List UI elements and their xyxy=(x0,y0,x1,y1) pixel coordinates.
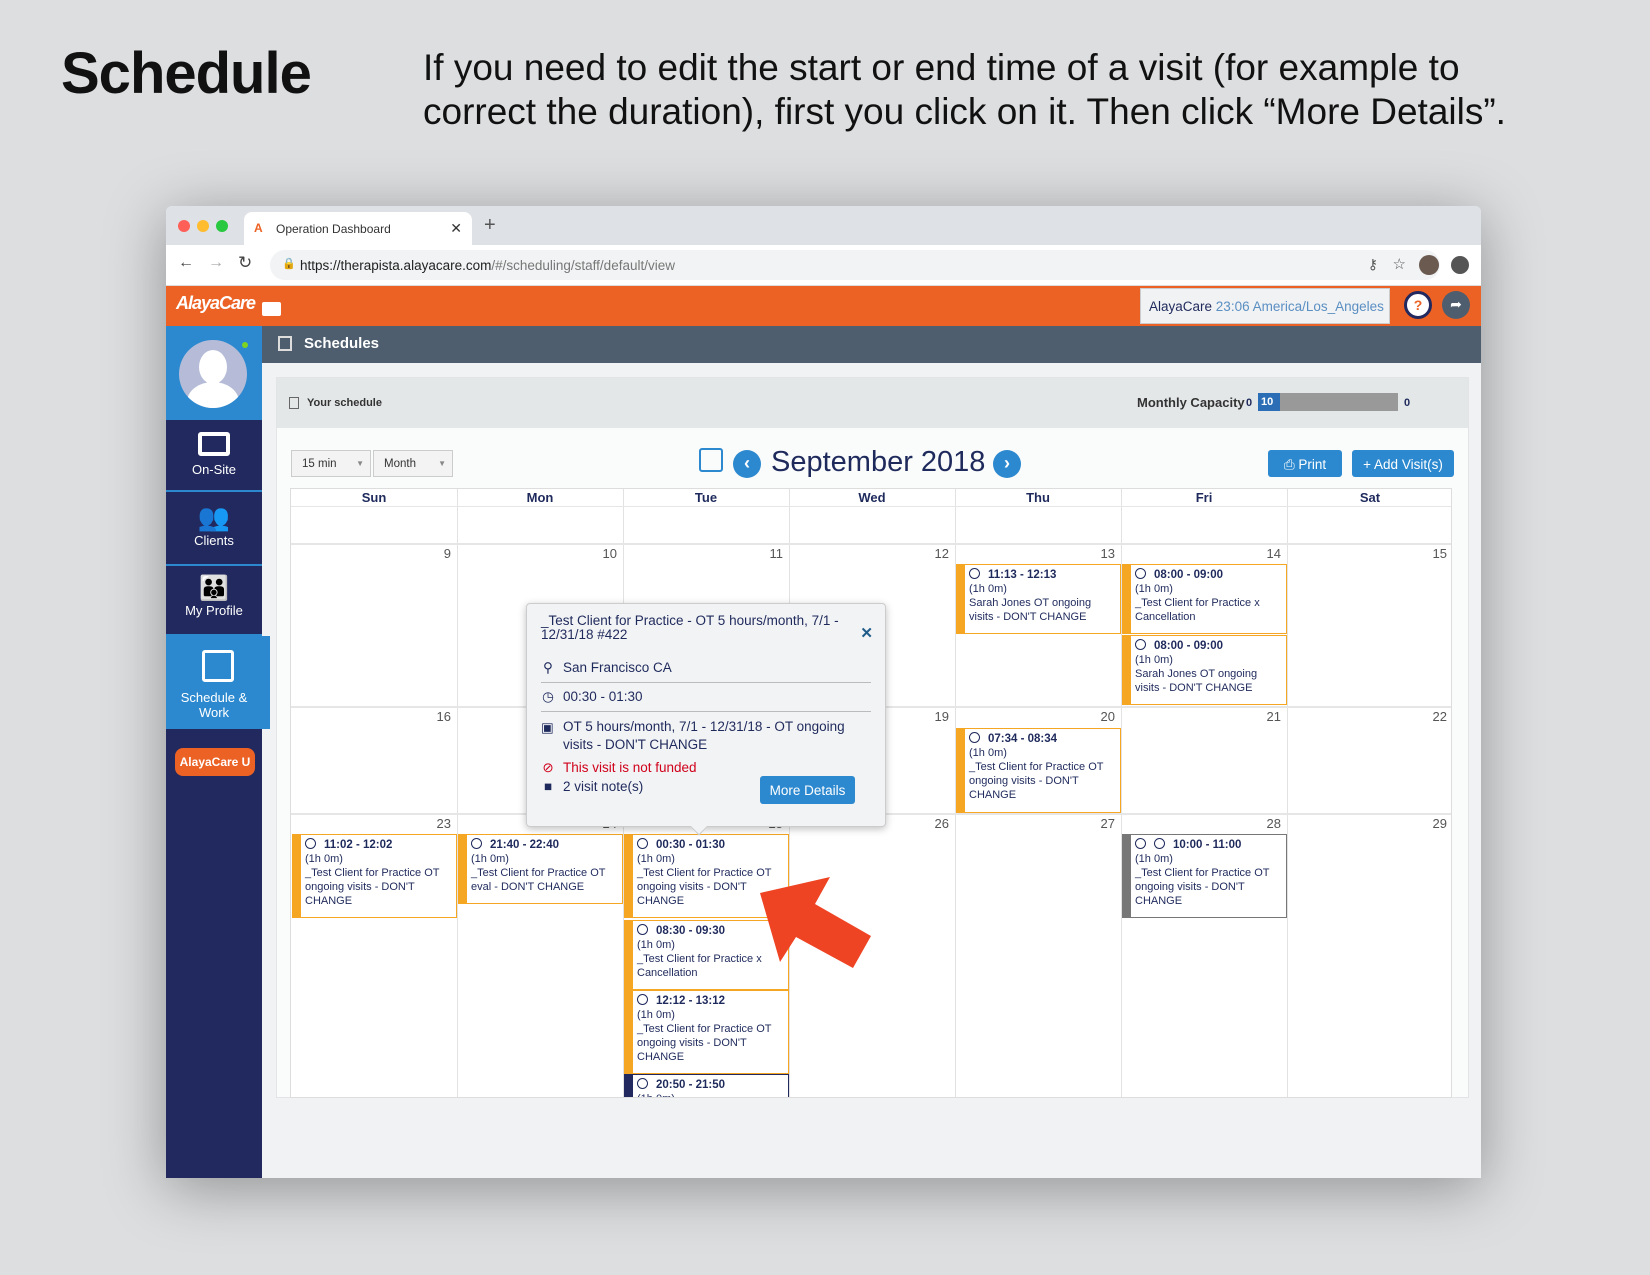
red-arrow xyxy=(760,877,871,968)
annotation-arrow xyxy=(760,877,871,968)
